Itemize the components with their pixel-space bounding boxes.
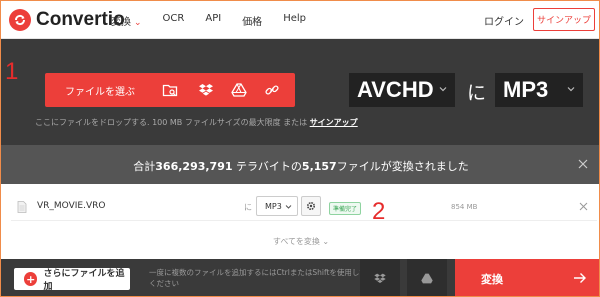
top-header: Convertio 変換 ⌄ OCR API 価格 Help ログイン サインアッ… bbox=[1, 1, 599, 39]
to-label: に bbox=[467, 82, 487, 104]
page-frame: Convertio 変換 ⌄ OCR API 価格 Help ログイン サインアッ… bbox=[0, 0, 600, 297]
stats-suffix: ファイルが変換されました bbox=[336, 160, 469, 173]
nav-pricing[interactable]: 価格 bbox=[242, 13, 262, 28]
status-badge: 準備完了 bbox=[329, 202, 362, 215]
source-format-select[interactable]: AVCHD bbox=[349, 73, 455, 107]
main-nav: 変換 ⌄ OCR API 価格 Help bbox=[111, 13, 306, 28]
convert-all-toggle[interactable]: すべてを変換 ⌄ bbox=[1, 236, 599, 247]
file-format-value: MP3 bbox=[265, 201, 282, 211]
file-icon bbox=[17, 201, 27, 213]
gear-icon bbox=[306, 201, 316, 211]
login-link[interactable]: ログイン bbox=[484, 13, 524, 28]
add-more-files-label: さらにファイルを追加 bbox=[43, 269, 125, 292]
choose-files-label: ファイルを選ぶ bbox=[65, 87, 135, 98]
signup-button[interactable]: サインアップ bbox=[533, 8, 595, 31]
stats-files: 5,157 bbox=[301, 160, 337, 173]
add-more-files-button[interactable]: + さらにファイルを追加 bbox=[14, 268, 130, 292]
nav-convert-label: 変換 bbox=[111, 17, 131, 28]
file-to-label: に bbox=[244, 203, 252, 212]
dropbox-icon[interactable] bbox=[198, 82, 214, 98]
multi-select-hint: 一度に複数のファイルを追加するにはCtrlまたはShiftを使用してください bbox=[149, 268, 367, 288]
stats-text: 合計366,293,791 テラバイトの5,157ファイルが変換されました bbox=[1, 158, 599, 174]
convertio-logo-icon bbox=[9, 9, 31, 31]
stats-banner: 合計366,293,791 テラバイトの5,157ファイルが変換されました bbox=[1, 145, 599, 184]
bottom-dropbox-button[interactable] bbox=[360, 259, 400, 296]
convert-all-label: すべてを変換 bbox=[272, 237, 320, 246]
file-size: 854 MB bbox=[451, 203, 478, 211]
dropbox-icon bbox=[374, 273, 386, 284]
chevron-down-icon: ⌄ bbox=[134, 18, 142, 28]
bottom-google-drive-button[interactable] bbox=[407, 259, 447, 296]
source-format-value: AVCHD bbox=[357, 77, 434, 102]
chevron-down-icon: ⌄ bbox=[322, 237, 330, 246]
convert-button[interactable]: 変換 bbox=[455, 259, 599, 296]
remove-file-icon[interactable] bbox=[579, 202, 588, 211]
file-list: VR_MOVIE.VRO に MP3 準備完了 854 MB 2 すべてを変換 … bbox=[1, 184, 599, 259]
drop-signup-link[interactable]: サインアップ bbox=[310, 118, 358, 127]
chevron-down-icon bbox=[285, 205, 292, 209]
link-icon[interactable] bbox=[264, 82, 280, 98]
brand-logo[interactable]: Convertio bbox=[9, 9, 125, 31]
stats-mid: テラバイトの bbox=[232, 160, 302, 173]
google-drive-icon bbox=[421, 273, 433, 284]
target-format-select[interactable]: MP3 bbox=[495, 73, 583, 107]
file-format-select[interactable]: MP3 bbox=[256, 196, 298, 216]
annotation-marker-2: 2 bbox=[372, 198, 386, 225]
file-row: VR_MOVIE.VRO に MP3 準備完了 854 MB bbox=[11, 192, 597, 221]
nav-ocr[interactable]: OCR bbox=[163, 13, 185, 28]
stats-prefix: 合計 bbox=[133, 160, 156, 173]
choose-files-button[interactable]: ファイルを選ぶ bbox=[45, 73, 295, 107]
nav-help[interactable]: Help bbox=[283, 13, 306, 28]
stats-bytes: 366,293,791 bbox=[155, 160, 233, 173]
drop-hint-text: ここにファイルをドロップする. 100 MB ファイルサイズの最大限度 または bbox=[35, 118, 308, 127]
annotation-marker-1: 1 bbox=[5, 58, 19, 85]
folder-search-icon[interactable] bbox=[162, 82, 178, 98]
file-settings-button[interactable] bbox=[301, 196, 321, 216]
file-name: VR_MOVIE.VRO bbox=[37, 201, 106, 211]
convert-label: 変換 bbox=[481, 273, 503, 286]
target-format-value: MP3 bbox=[503, 77, 549, 102]
nav-api[interactable]: API bbox=[205, 13, 221, 28]
plus-icon: + bbox=[24, 272, 38, 286]
drop-hint: ここにファイルをドロップする. 100 MB ファイルサイズの最大限度 または … bbox=[35, 117, 358, 128]
nav-convert[interactable]: 変換 ⌄ bbox=[111, 13, 142, 28]
chevron-down-icon bbox=[567, 87, 575, 92]
close-icon[interactable] bbox=[578, 159, 588, 169]
google-drive-icon[interactable] bbox=[231, 82, 247, 98]
arrow-right-icon bbox=[574, 273, 586, 283]
chevron-down-icon bbox=[439, 87, 447, 92]
